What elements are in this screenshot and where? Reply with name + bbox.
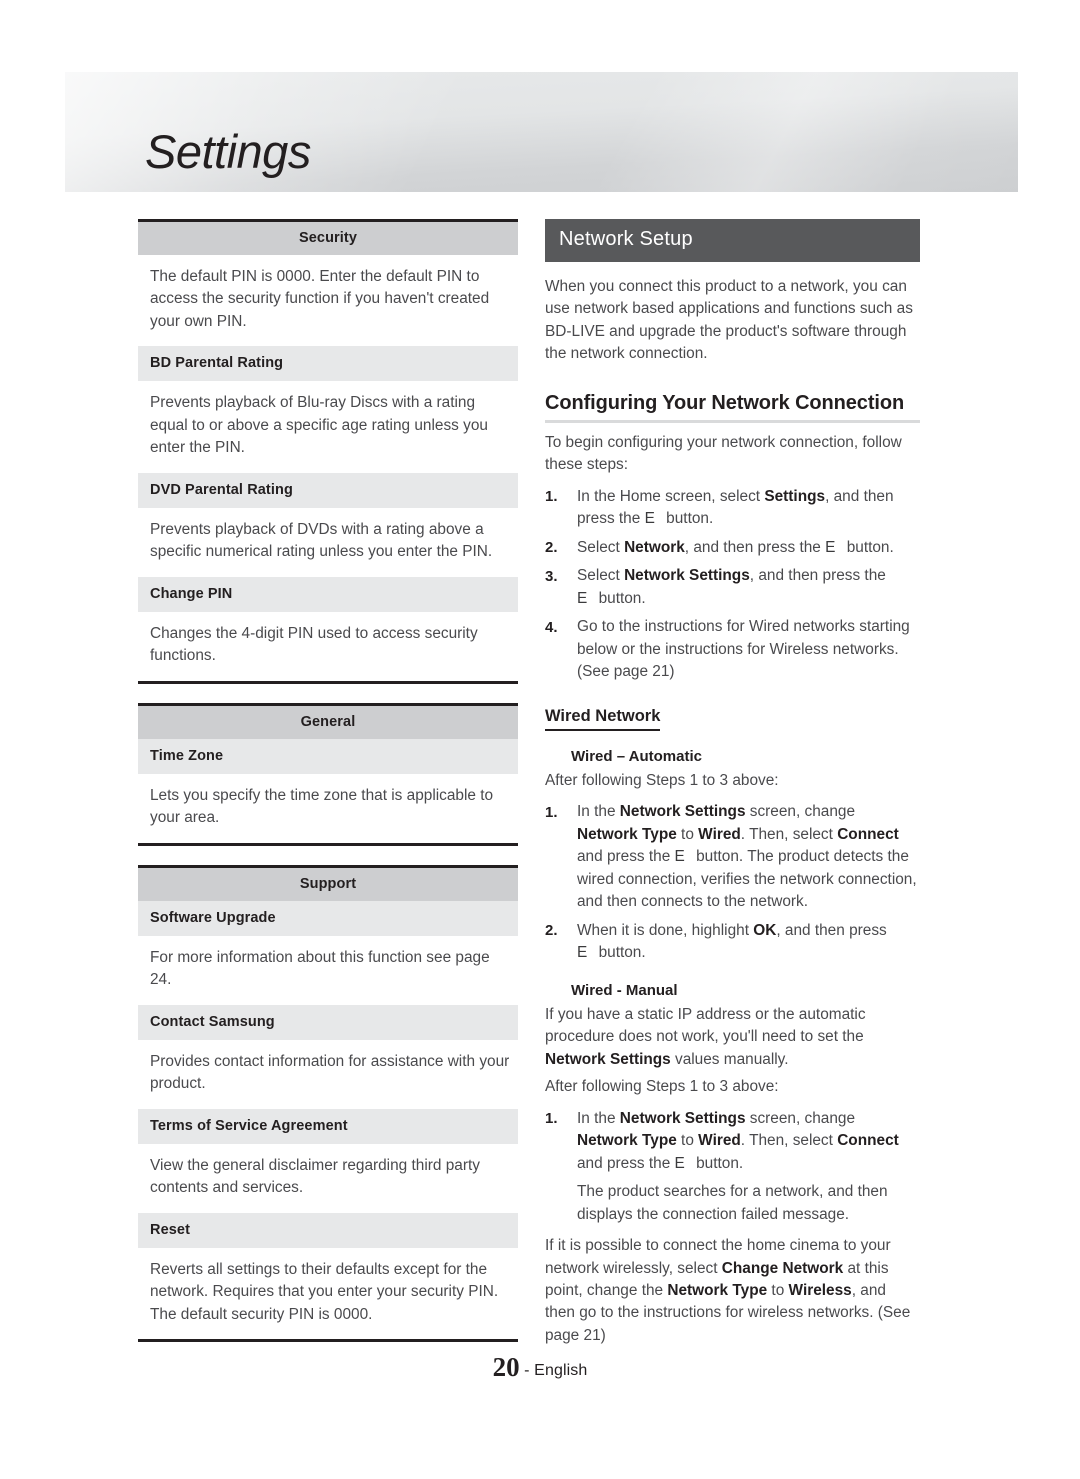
spec-description: Provides contact information for assista… (150, 1052, 510, 1093)
spec-group-header: General (138, 705, 518, 739)
spec-description: View the general disclaimer regarding th… (150, 1156, 480, 1197)
footer-page-number: 20 (492, 1352, 520, 1382)
spec-description: For more information about this function… (150, 948, 490, 989)
step-number: 3. (545, 567, 558, 585)
spec-sub-header: Software Upgrade (138, 900, 518, 936)
list-item: 2. When it is done, highlight OK, and the… (545, 920, 920, 965)
wired-manual-lead-in: After following Steps 1 to 3 above: (545, 1078, 779, 1096)
spec-sub-header: Terms of Service Agreement (138, 1108, 518, 1144)
spec-group-header: Support (138, 867, 518, 901)
spec-description: Prevents playback of Blu-ray Discs with … (150, 394, 488, 457)
configuring-lead-in: To begin configuring your network connec… (545, 433, 902, 474)
spec-sub-header: Reset (138, 1212, 518, 1248)
spec-group-header: Security (138, 222, 518, 255)
spec-description: Changes the 4-digit PIN used to access s… (150, 624, 478, 665)
emphasis: Wireless (788, 1281, 852, 1299)
list-item: 2. Select Network, and then press the Ebu… (545, 537, 920, 559)
heading-configuring-network-connection: Configuring Your Network Connection (545, 391, 905, 414)
spec-table: Security The default PIN is 0000. Enter t… (138, 219, 518, 684)
right-column: Network Setup When you connect this prod… (545, 219, 920, 1347)
spec-description: Prevents playback of DVDs with a rating … (150, 520, 493, 561)
emphasis: Connect (837, 1132, 899, 1150)
heading-rule (545, 419, 920, 423)
network-setup-intro: When you connect this product to a netwo… (545, 278, 913, 363)
emphasis: Settings (764, 487, 826, 505)
list-item: 4. Go to the instructions for Wired netwo… (545, 616, 920, 683)
wired-automatic-lead-in: After following Steps 1 to 3 above: (545, 771, 779, 789)
step-number: 2. (545, 539, 558, 557)
spec-sub-header: Contact Samsung (138, 1004, 518, 1040)
emphasis: Network Type (577, 825, 677, 843)
step-text: Select Network, and then press the Ebutt… (577, 538, 894, 556)
step-text: Go to the instructions for Wired network… (577, 618, 910, 681)
enter-button-glyph: E (644, 510, 656, 528)
left-column: Security The default PIN is 0000. Enter t… (138, 219, 518, 1343)
wired-manual-closing: If it is possible to connect the home ci… (545, 1237, 911, 1344)
list-item: 1. In the Home screen, select Settings, a… (545, 486, 920, 531)
step-number: 1. (545, 803, 558, 821)
section-banner-network-setup: Network Setup (545, 219, 920, 262)
wired-manual-steps: 1. In the Network Settings screen, change… (545, 1108, 920, 1226)
spec-sub-header: DVD Parental Rating (138, 472, 518, 508)
wired-automatic-steps: 1. In the Network Settings screen, change… (545, 801, 920, 964)
footer-language: English (534, 1362, 588, 1379)
emphasis: Network Settings (624, 567, 750, 585)
emphasis: Wired (698, 1132, 741, 1150)
configuring-steps: 1. In the Home screen, select Settings, a… (545, 486, 920, 684)
spec-sub-header: Change PIN (138, 576, 518, 612)
enter-button-glyph: E (674, 848, 686, 866)
spec-table: General Time Zone Lets you specify the tim… (138, 702, 518, 846)
spec-description: Lets you specify the time zone that is a… (150, 786, 494, 827)
heading-wired-network: Wired Network (545, 707, 661, 731)
spec-tables-container: Security The default PIN is 0000. Enter t… (138, 219, 518, 1343)
heading-wired-automatic: Wired – Automatic (571, 747, 702, 765)
spec-table: Support Software Upgrade For more informat… (138, 864, 518, 1343)
footer-separator: - (519, 1362, 535, 1379)
step-number: 1. (545, 1110, 558, 1128)
emphasis: OK (753, 921, 777, 939)
emphasis: Connect (837, 825, 899, 843)
list-item: 1. In the Network Settings screen, change… (545, 1108, 920, 1175)
spec-description: The default PIN is 0000. Enter the defau… (150, 268, 490, 330)
step-number: 4. (545, 618, 558, 636)
spec-sub-header: Time Zone (138, 738, 518, 774)
emphasis: Network Settings (619, 1109, 746, 1127)
enter-button-glyph: E (825, 538, 836, 556)
heading-wired-manual: Wired - Manual (571, 981, 678, 999)
emphasis: Network (624, 538, 685, 556)
step-note: The product searches for a network, and … (577, 1183, 888, 1223)
enter-button-glyph: E (674, 1154, 686, 1172)
enter-button-glyph: E (577, 589, 588, 607)
step-text: In the Network Settings screen, change N… (577, 803, 917, 911)
step-text: In the Home screen, select Settings, and… (577, 487, 894, 528)
emphasis: Network Type (577, 1132, 677, 1150)
emphasis: Network Settings (545, 1050, 671, 1068)
list-item: 3. Select Network Settings, and then pres… (545, 565, 920, 610)
step-text: Select Network Settings, and then press … (577, 567, 886, 607)
page-footer: 20 - English (0, 1352, 1080, 1383)
emphasis: Network Type (667, 1281, 768, 1299)
list-item: 1. In the Network Settings screen, change… (545, 801, 920, 913)
step-text: When it is done, highlight OK, and then … (577, 921, 887, 962)
enter-button-glyph: E (577, 944, 588, 962)
step-number: 2. (545, 922, 558, 940)
emphasis: Wired (698, 825, 741, 843)
emphasis: Network Settings (619, 803, 746, 821)
step-text: In the Network Settings screen, change N… (577, 1109, 899, 1172)
page-title: Settings (145, 125, 311, 178)
spec-sub-header: BD Parental Rating (138, 346, 518, 382)
step-number: 1. (545, 488, 558, 506)
wired-manual-intro: If you have a static IP address or the a… (545, 1005, 866, 1068)
spec-description: Reverts all settings to their defaults e… (150, 1260, 499, 1323)
emphasis: Change Network (721, 1259, 844, 1277)
